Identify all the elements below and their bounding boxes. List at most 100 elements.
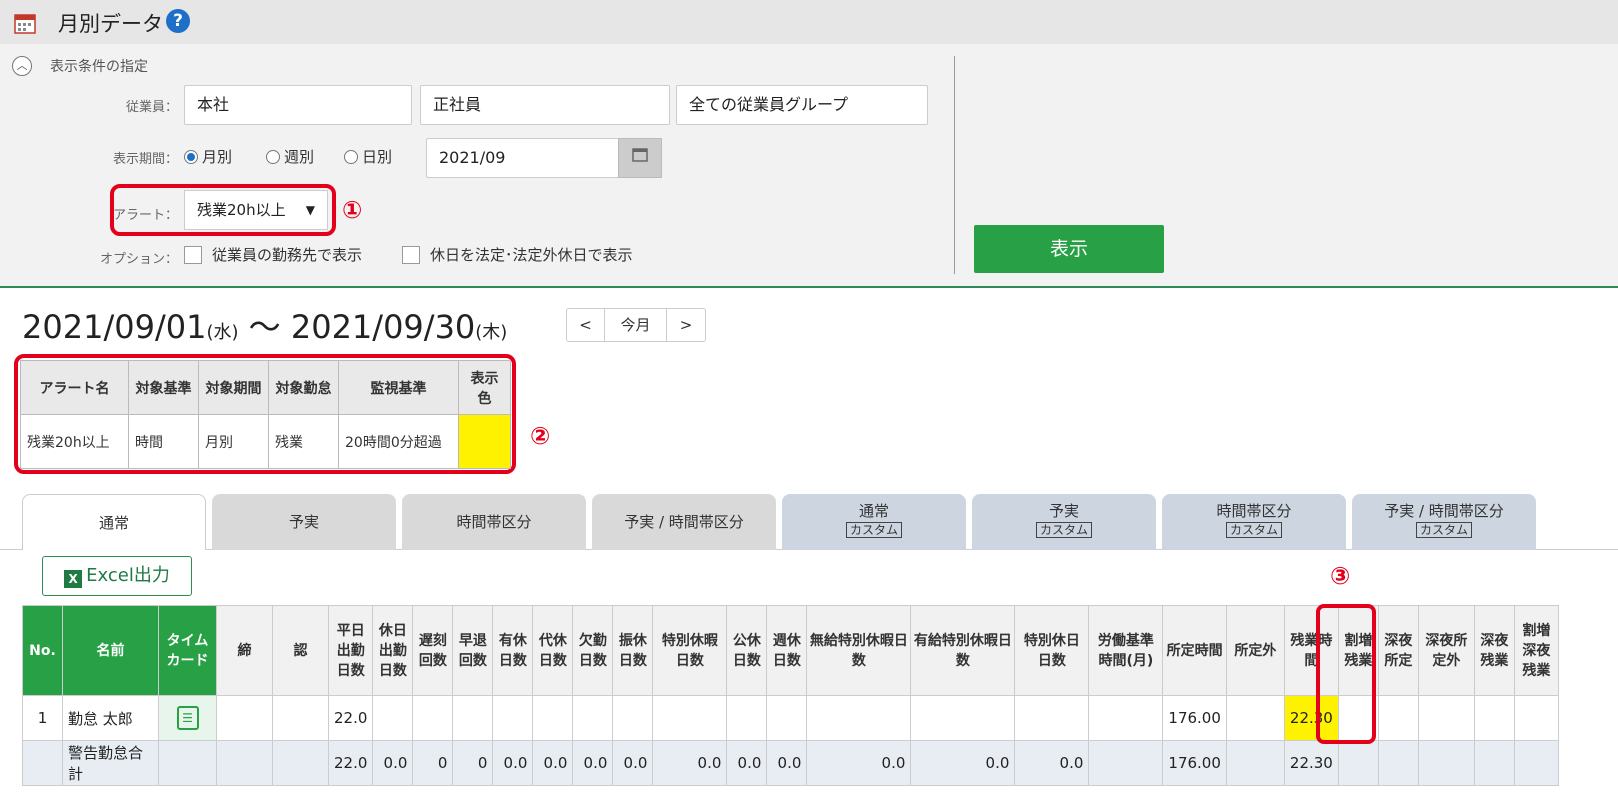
col-header[interactable]: 公休日数 (726, 605, 768, 696)
cell (1417, 740, 1475, 786)
cell (412, 695, 454, 741)
tab-label: 通常 (858, 502, 889, 520)
col-header[interactable]: 労働基準時間(月) (1088, 605, 1164, 696)
col-header[interactable]: 深夜所定 (1377, 605, 1419, 696)
col-header[interactable]: 週休日数 (766, 605, 808, 696)
alert-header: 監視基準 (338, 360, 459, 415)
show-button[interactable]: 表示 (974, 225, 1164, 273)
col-header[interactable]: 特別休日日数 (1014, 605, 1090, 696)
calendar-icon (632, 148, 648, 162)
excel-icon: X (64, 570, 83, 588)
option-checkbox-workplace[interactable]: 従業員の勤務先で表示 (184, 244, 362, 265)
cell (1014, 695, 1090, 741)
table-row-total: 警告勤怠合計 22.0 0.0 0 0 0.0 0.0 0.0 0.0 0.0 … (22, 740, 1559, 786)
date-range: 2021/09/01(水) 〜 2021/09/30(木) (22, 302, 507, 348)
employee-type-field[interactable]: 正社員 (420, 85, 670, 125)
help-icon[interactable]: ? (166, 9, 190, 33)
alert-select[interactable]: 残業20h以上 ▼ (184, 190, 328, 230)
col-header[interactable]: 早退回数 (452, 605, 494, 696)
month-input[interactable]: 2021/09 (426, 138, 620, 178)
col-header[interactable]: タイムカード (158, 605, 217, 696)
col-header[interactable]: 深夜所定外 (1417, 605, 1475, 696)
col-header[interactable]: 締 (216, 605, 273, 696)
cell (1337, 740, 1379, 786)
timecard-icon[interactable]: ☰ (176, 706, 199, 730)
cell: 0.0 (1014, 740, 1090, 786)
tab-time-zone-custom[interactable]: 時間帯区分 カスタム (1162, 494, 1346, 550)
alert-header: 対象基準 (128, 360, 199, 415)
cell (216, 695, 273, 741)
employee-office-field[interactable]: 本社 (184, 85, 412, 125)
cell (1088, 740, 1164, 786)
col-header[interactable]: 休日出勤日数 (372, 605, 414, 696)
tab-plan-actual-time-zone[interactable]: 予実 / 時間帯区分 (592, 494, 776, 550)
next-month-button[interactable]: > (667, 309, 705, 341)
col-header[interactable]: 振休日数 (612, 605, 654, 696)
option-label: オプション： (99, 252, 178, 267)
cell (1088, 695, 1164, 741)
col-header[interactable]: 所定時間 (1162, 605, 1227, 696)
tab-normal-custom[interactable]: 通常 カスタム (782, 494, 966, 550)
cell (572, 695, 614, 741)
alert-cell: 残業 (268, 414, 339, 469)
cell: 22.0 (327, 695, 374, 741)
alert-cell: 月別 (198, 414, 269, 469)
col-header[interactable]: 認 (272, 605, 329, 696)
alert-header: アラート名 (20, 360, 129, 415)
checkbox-icon (184, 246, 202, 264)
col-header[interactable]: 特別休暇日数 (652, 605, 728, 696)
col-header[interactable]: 深夜残業 (1473, 605, 1515, 696)
col-header[interactable]: 割増深夜残業 (1513, 605, 1559, 696)
cell (1417, 695, 1475, 741)
cell (452, 695, 494, 741)
date-picker-button[interactable] (618, 138, 662, 178)
this-month-button[interactable]: 今月 (605, 309, 667, 341)
col-header[interactable]: 名前 (62, 605, 159, 696)
cell (1225, 695, 1285, 741)
period-radio-daily[interactable]: 日別 (344, 146, 392, 167)
alert-cell: 残業20h以上 (20, 414, 129, 469)
tab-plan-actual[interactable]: 予実 (212, 494, 396, 550)
radio-selected-icon (184, 150, 198, 164)
cell-name[interactable]: 勤怠 太郎 (62, 695, 159, 741)
cell (766, 695, 808, 741)
cell: 0.0 (572, 740, 614, 786)
calendar-icon (14, 14, 36, 34)
marker-3: ③ (1330, 562, 1351, 590)
excel-button-label: Excel出力 (86, 565, 170, 586)
col-header[interactable]: 遅刻回数 (412, 605, 454, 696)
cell-no: 1 (22, 695, 63, 741)
cell-overtime: 22.30 (1283, 740, 1339, 786)
tab-time-zone[interactable]: 時間帯区分 (402, 494, 586, 550)
col-header[interactable]: 平日出勤日数 (327, 605, 374, 696)
col-header[interactable]: 代休日数 (532, 605, 574, 696)
option-checkbox-holiday[interactable]: 休日を法定･法定外休日で表示 (402, 244, 633, 265)
col-header[interactable]: 欠勤日数 (572, 605, 614, 696)
dropdown-arrow-icon: ▼ (305, 203, 315, 217)
alert-header: 表示色 (458, 360, 511, 415)
cell (158, 740, 217, 786)
collapse-icon[interactable]: ︿ (12, 56, 32, 76)
col-header[interactable]: 所定外 (1225, 605, 1285, 696)
tab-plan-actual-custom[interactable]: 予実 カスタム (972, 494, 1156, 550)
col-header[interactable]: No. (22, 605, 63, 696)
divider (954, 56, 955, 274)
tab-normal[interactable]: 通常 (22, 494, 206, 550)
employee-group-field[interactable]: 全ての従業員グループ (676, 85, 928, 125)
cell: 0.0 (652, 740, 728, 786)
range-separator: 〜 (248, 308, 281, 346)
excel-export-button[interactable]: X Excel出力 (42, 556, 192, 596)
tab-label: 予実 / 時間帯区分 (1384, 502, 1504, 520)
employee-label: 従業員： (125, 100, 178, 115)
prev-month-button[interactable]: < (567, 309, 605, 341)
tab-plan-actual-time-zone-custom[interactable]: 予実 / 時間帯区分 カスタム (1352, 494, 1536, 550)
col-header[interactable]: 有休日数 (492, 605, 534, 696)
col-header[interactable]: 有給特別休暇日数 (910, 605, 1016, 696)
cell-timecard[interactable]: ☰ (158, 695, 217, 741)
cell (492, 695, 534, 741)
cell (612, 695, 654, 741)
period-radio-monthly[interactable]: 月別 (184, 146, 232, 167)
period-radio-weekly[interactable]: 週別 (266, 146, 314, 167)
cell-name: 警告勤怠合計 (62, 740, 159, 786)
col-header[interactable]: 無給特別休暇日数 (806, 605, 912, 696)
